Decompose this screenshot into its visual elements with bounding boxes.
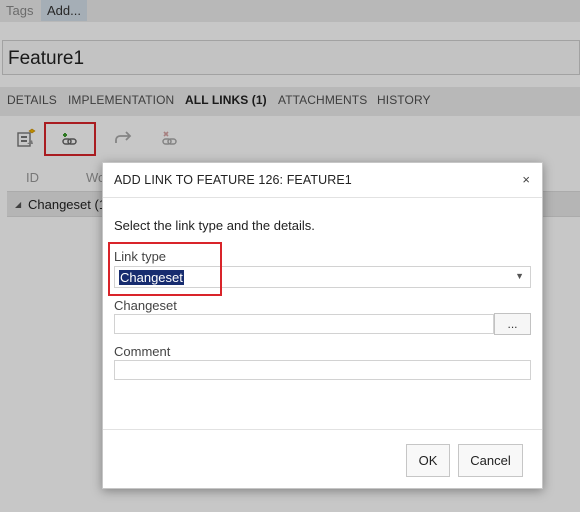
browse-changeset-button[interactable]: ... <box>494 313 531 335</box>
dialog-description: Select the link type and the details. <box>114 218 315 233</box>
close-icon[interactable]: × <box>522 172 530 187</box>
dialog-title: ADD LINK TO FEATURE 126: FEATURE1 <box>114 173 352 187</box>
link-type-highlight <box>108 242 222 296</box>
cancel-button[interactable]: Cancel <box>458 444 523 477</box>
comment-label: Comment <box>114 344 171 359</box>
dialog-footer-divider <box>103 429 542 430</box>
add-link-dialog: ADD LINK TO FEATURE 126: FEATURE1 × Sele… <box>102 162 543 489</box>
changeset-label: Changeset <box>114 298 177 313</box>
comment-input[interactable] <box>114 360 531 380</box>
ok-button[interactable]: OK <box>406 444 450 477</box>
chevron-down-icon[interactable]: ▼ <box>515 271 524 281</box>
dialog-divider <box>103 197 542 198</box>
changeset-input[interactable] <box>114 314 494 334</box>
